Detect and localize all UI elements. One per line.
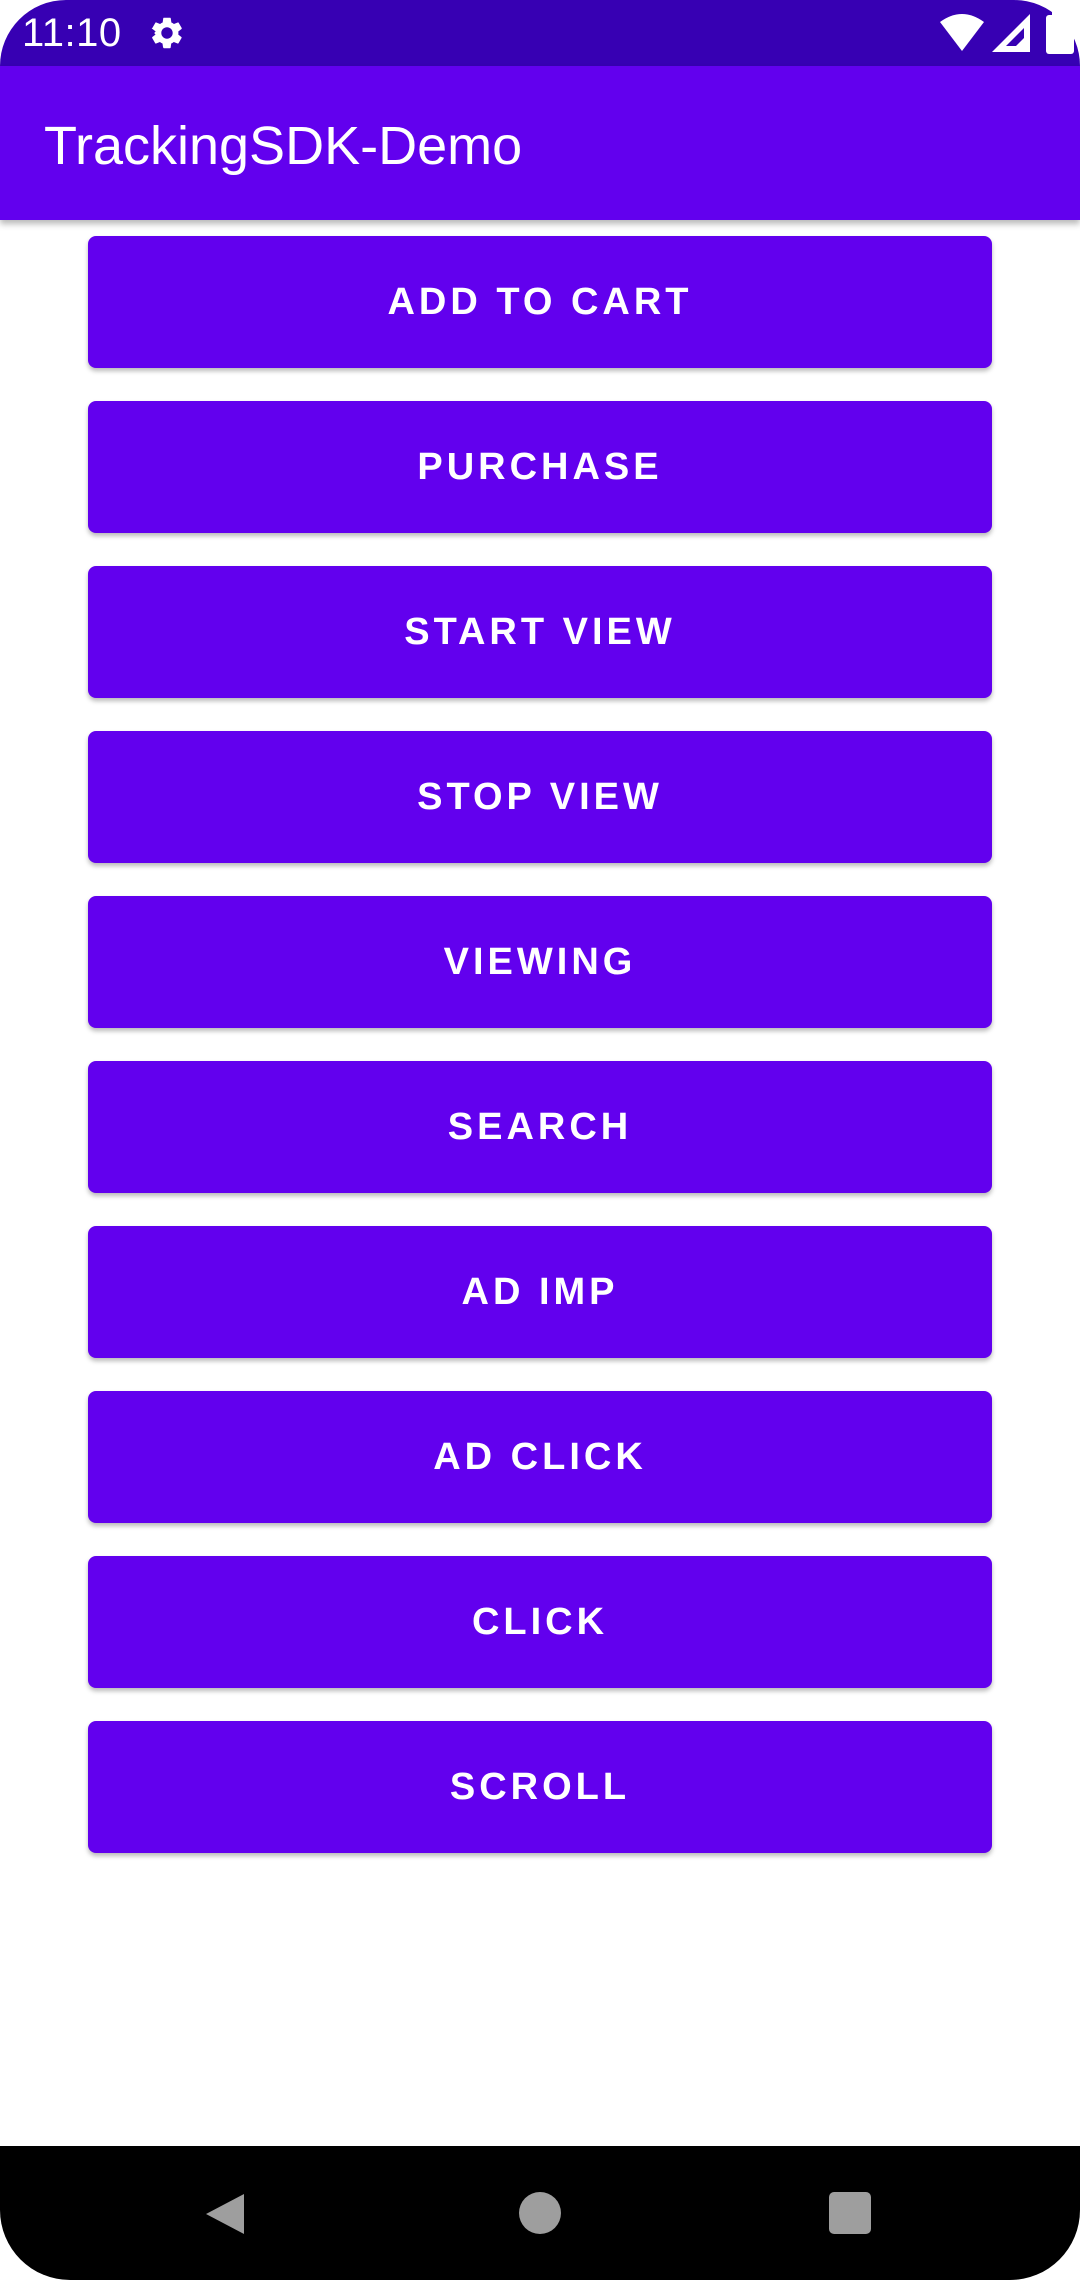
status-bar: 11:10	[0, 0, 1080, 66]
wifi-icon	[940, 14, 984, 52]
stop-view-button[interactable]: STOP VIEW	[88, 731, 992, 863]
add-to-cart-button[interactable]: ADD TO CART	[88, 236, 992, 368]
back-icon[interactable]	[202, 2190, 250, 2238]
home-icon[interactable]	[519, 2192, 561, 2234]
app-bar: TrackingSDK-Demo	[0, 66, 1080, 220]
ad-click-button[interactable]: AD CLICK	[88, 1391, 992, 1523]
button-list: ADD TO CART PURCHASE START VIEW STOP VIE…	[88, 236, 992, 1886]
search-button[interactable]: SEARCH	[88, 1061, 992, 1193]
viewing-button[interactable]: VIEWING	[88, 896, 992, 1028]
app-title: TrackingSDK-Demo	[44, 116, 523, 176]
purchase-button[interactable]: PURCHASE	[88, 401, 992, 533]
recents-icon[interactable]	[829, 2192, 871, 2234]
navigation-bar	[0, 2146, 1080, 2280]
settings-icon	[148, 14, 186, 52]
screen: 11:10 TrackingSDK-Demo ADD TO CART PURCH…	[0, 0, 1080, 2280]
scroll-button[interactable]: SCROLL	[88, 1721, 992, 1853]
battery-icon	[1040, 12, 1080, 54]
start-view-button[interactable]: START VIEW	[88, 566, 992, 698]
click-button[interactable]: CLICK	[88, 1556, 992, 1688]
status-icons	[940, 12, 1080, 54]
status-time: 11:10	[22, 11, 122, 55]
ad-imp-button[interactable]: AD IMP	[88, 1226, 992, 1358]
signal-icon	[992, 14, 1030, 52]
